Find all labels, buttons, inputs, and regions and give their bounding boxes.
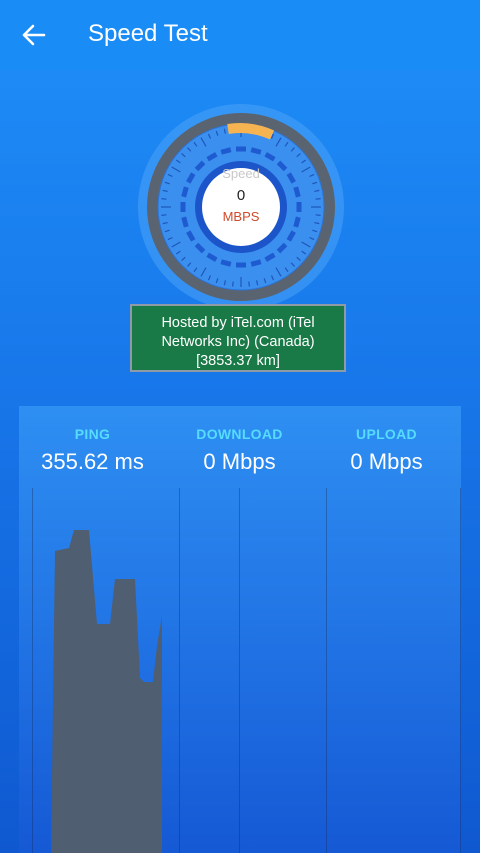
app-bar: Speed Test (0, 0, 480, 70)
back-button[interactable] (14, 17, 54, 53)
gauge-unit: MBPS (222, 209, 260, 224)
gauge-tick (248, 281, 250, 287)
gauge-tick (232, 281, 234, 287)
results-panel: PING 355.62 ms DOWNLOAD 0 Mbps UPLOAD 0 … (19, 406, 461, 853)
gauge-value: 0 (236, 187, 246, 204)
server-info-box: Hosted by iTel.com (iTel Networks Inc) (… (130, 304, 346, 372)
gauge-label: Speed (222, 166, 260, 181)
ping-graph (51, 530, 162, 853)
server-info-line: Hosted by iTel.com (iTel (161, 315, 315, 331)
gauge-dial-icon (138, 104, 344, 310)
page-title: Speed Test (88, 20, 208, 47)
ping-graph-area (51, 530, 162, 853)
gauge-segment (236, 146, 246, 152)
server-info-line: Networks Inc) (Canada) (161, 334, 315, 350)
gauge-segment (236, 262, 246, 268)
arrow-left-icon (22, 24, 46, 46)
server-distance: [3853.37 km] (196, 353, 280, 369)
speed-gauge: Speed 0 MBPS (136, 102, 346, 312)
